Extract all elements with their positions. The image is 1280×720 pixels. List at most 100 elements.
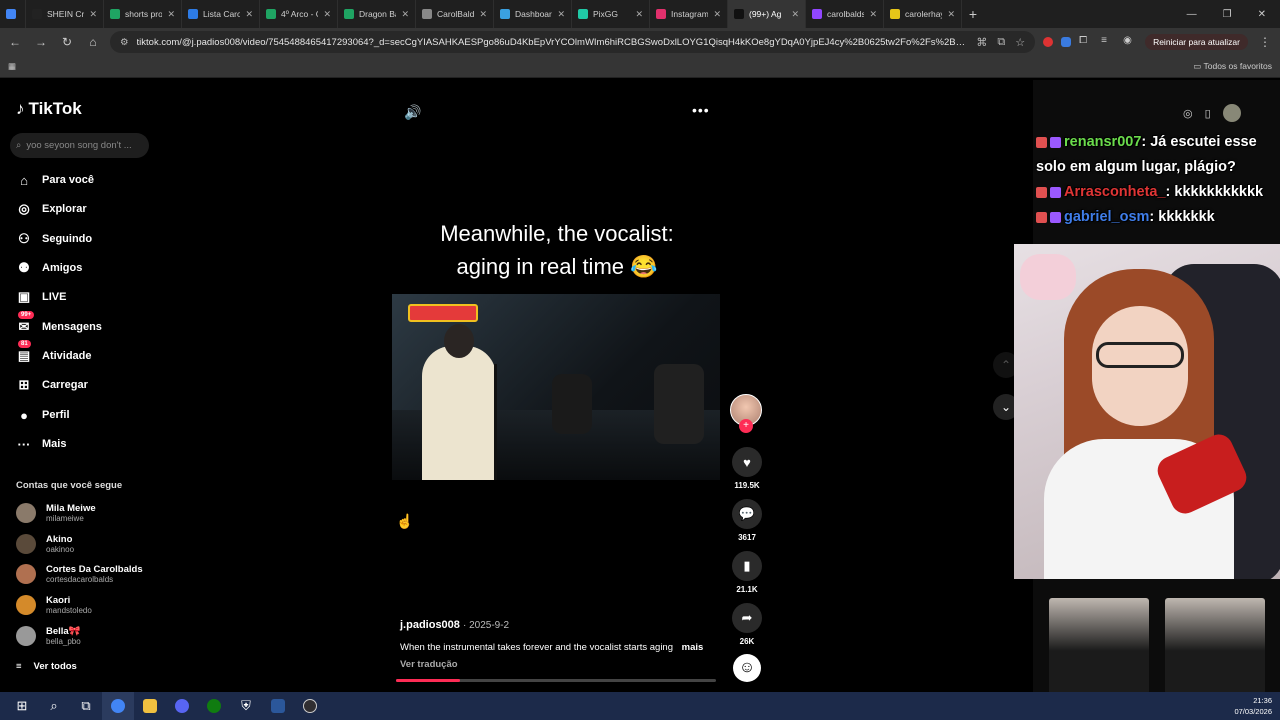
media-icon[interactable]: ≡ xyxy=(1101,35,1115,49)
tab-close-icon[interactable]: ✕ xyxy=(557,9,565,20)
security-icon[interactable]: ⛨ xyxy=(230,692,262,720)
site-info-icon[interactable]: ⚙ xyxy=(120,37,129,48)
browser-tab[interactable]: Instagram ✕ xyxy=(650,0,728,28)
browser-tab[interactable]: 4º Arco - G ✕ xyxy=(260,0,338,28)
see-translation-button[interactable]: Ver tradução xyxy=(400,659,458,670)
more-options-icon[interactable]: ••• xyxy=(692,102,710,118)
nav-item[interactable]: ··· Mais xyxy=(16,435,67,453)
browser-tab[interactable]: carolerhay ✕ xyxy=(884,0,962,28)
nav-item[interactable]: ▣ LIVE xyxy=(16,288,67,306)
profile-icon[interactable]: ◉ xyxy=(1123,35,1137,49)
tab-close-icon[interactable]: ✕ xyxy=(89,9,97,20)
xbox-icon[interactable] xyxy=(198,692,230,720)
translate-icon[interactable]: ⌘ xyxy=(976,36,987,49)
video-author[interactable]: j.padios008 · 2025-9-2 xyxy=(400,619,509,631)
url-input[interactable]: ⚙ tiktok.com/@j.padios008/video/75454884… xyxy=(110,31,1036,53)
account-handle: mandstoledo xyxy=(46,606,92,615)
nav-item[interactable]: ● Perfil xyxy=(16,406,69,424)
reload-icon[interactable]: ↻ xyxy=(58,35,76,49)
minimize-icon[interactable]: — xyxy=(1187,9,1197,20)
nav-item[interactable]: ⊞ Carregar xyxy=(16,376,88,394)
user-avatar[interactable] xyxy=(1222,104,1241,122)
new-tab-button[interactable]: + xyxy=(962,6,984,22)
browser-tab[interactable]: (99+) Ag ✕ xyxy=(728,0,806,28)
tab-close-icon[interactable]: ✕ xyxy=(167,9,175,20)
system-clock[interactable]: 21:36 07/03/2026 xyxy=(1234,695,1280,717)
comment-icon[interactable]: 💬 xyxy=(732,499,762,529)
close-window-icon[interactable]: ✕ xyxy=(1258,9,1266,20)
share-icon[interactable]: ➦ xyxy=(732,603,762,633)
tab-close-icon[interactable]: ✕ xyxy=(401,9,409,20)
word-icon[interactable] xyxy=(262,692,294,720)
follow-plus-icon[interactable]: + xyxy=(739,419,753,433)
more-description-button[interactable]: mais xyxy=(682,642,704,653)
task-view-icon[interactable]: ⧉ xyxy=(70,692,102,720)
related-thumbnail-1[interactable] xyxy=(1049,598,1149,694)
tab-close-icon[interactable]: ✕ xyxy=(479,9,487,20)
browser-tab[interactable]: SHEIN Crea ✕ xyxy=(26,0,104,28)
tab-close-icon[interactable]: ✕ xyxy=(947,9,955,20)
extension-red-icon[interactable] xyxy=(1043,37,1054,47)
like-action[interactable]: ♥ 119.5K xyxy=(730,447,764,490)
nav-item[interactable]: ⌂ Para você xyxy=(16,171,94,189)
obs-icon[interactable] xyxy=(294,692,326,720)
browser-menu-icon[interactable]: ⋮ xyxy=(1256,35,1274,49)
tab-close-icon[interactable]: ✕ xyxy=(245,9,253,20)
browser-tab[interactable]: CarolBalds ✕ xyxy=(416,0,494,28)
install-icon[interactable]: ⧉ xyxy=(997,36,1005,49)
comment-action[interactable]: 💬 3617 xyxy=(730,499,764,542)
video-progress-bar[interactable] xyxy=(396,679,716,682)
apps-grid-icon[interactable]: ▦ xyxy=(8,61,16,72)
bookmark-star-icon[interactable]: ☆ xyxy=(1015,36,1025,49)
device-icon[interactable]: ▯ xyxy=(1205,107,1211,120)
search-taskbar-icon[interactable]: ⌕ xyxy=(38,692,70,720)
browser-tab[interactable]: Dragon Ball ✕ xyxy=(338,0,416,28)
browser-tab[interactable]: carolbalds ✕ xyxy=(806,0,884,28)
file-explorer-icon[interactable] xyxy=(134,692,166,720)
browser-tab[interactable]: Lista Carol ✕ xyxy=(182,0,260,28)
tab-close-icon[interactable]: ✕ xyxy=(713,9,721,20)
forward-icon[interactable]: → xyxy=(32,35,50,49)
volume-icon[interactable]: 🔊 xyxy=(404,104,421,121)
start-icon[interactable]: ⊞ xyxy=(6,692,38,720)
all-favorites-link[interactable]: ▭ Todos os favoritos xyxy=(1193,61,1272,72)
save-action[interactable]: ▮ 21.1K xyxy=(730,551,764,594)
tiktok-logo[interactable]: ♪ TikTok xyxy=(16,99,82,119)
tab-close-icon[interactable]: ✕ xyxy=(791,9,799,20)
browser-tab[interactable] xyxy=(0,0,26,28)
followed-account[interactable]: Mila Meiwe milameiwe xyxy=(16,503,96,523)
search-input[interactable]: ⌕ yoo seyoon song don't ... xyxy=(10,133,149,158)
browser-tab[interactable]: PixGG ✕ xyxy=(572,0,650,28)
coin-icon[interactable]: ◎ xyxy=(1183,107,1193,120)
tab-close-icon[interactable]: ✕ xyxy=(323,9,331,20)
chrome-icon[interactable] xyxy=(102,692,134,720)
bookmark-icon[interactable]: ▮ xyxy=(732,551,762,581)
followed-account[interactable]: Akino oakinoo xyxy=(16,534,74,554)
followed-account[interactable]: Kaori mandstoledo xyxy=(16,595,92,615)
browser-tab[interactable]: Dashboard ✕ xyxy=(494,0,572,28)
restart-to-update-button[interactable]: Reiniciar para atualizar xyxy=(1145,34,1248,50)
discord-icon[interactable] xyxy=(166,692,198,720)
video-player[interactable] xyxy=(392,294,720,480)
back-icon[interactable]: ← xyxy=(6,35,24,49)
nav-item[interactable]: ⚉ Amigos xyxy=(16,259,82,277)
nav-item[interactable]: ◎ Explorar xyxy=(16,200,86,218)
nav-item[interactable]: ⚇ Seguindo xyxy=(16,230,92,248)
extensions-puzzle-icon[interactable]: ⧠ xyxy=(1079,35,1093,49)
home-icon[interactable]: ⌂ xyxy=(84,35,102,49)
related-thumbnail-2[interactable] xyxy=(1165,598,1265,694)
nav-item[interactable]: ✉ 99+ Mensagens xyxy=(16,311,102,336)
extension-blue-icon[interactable] xyxy=(1061,37,1072,47)
browser-tab[interactable]: shorts pro ✕ xyxy=(104,0,182,28)
smiley-icon[interactable]: ☺ xyxy=(733,654,761,682)
followed-account[interactable]: Cortes Da Carolbalds cortesdacarolbalds xyxy=(16,564,143,584)
nav-item[interactable]: ▤ 81 Atividade xyxy=(16,340,92,365)
see-all-button[interactable]: ≡ Ver todos xyxy=(16,661,77,672)
heart-icon[interactable]: ♥ xyxy=(732,447,762,477)
maximize-icon[interactable]: ❐ xyxy=(1223,9,1232,20)
author-handle[interactable]: j.padios008 xyxy=(400,619,460,631)
followed-account[interactable]: Bella🎀 bella_pbo xyxy=(16,626,81,646)
tab-close-icon[interactable]: ✕ xyxy=(635,9,643,20)
tab-close-icon[interactable]: ✕ xyxy=(869,9,877,20)
share-action[interactable]: ➦ 26K xyxy=(730,603,764,646)
